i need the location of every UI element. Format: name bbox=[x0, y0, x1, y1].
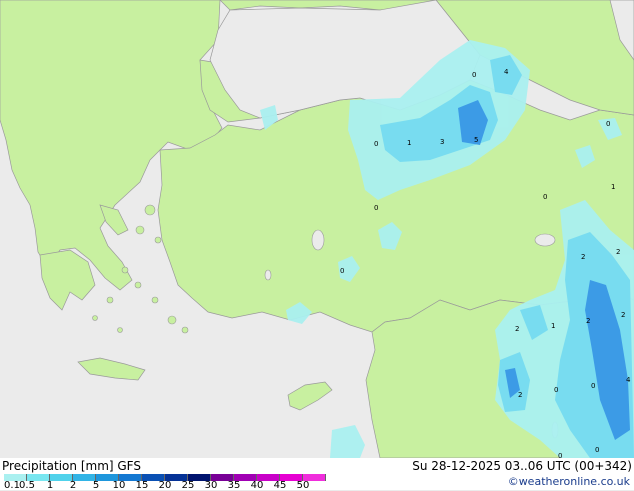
value-label: 0 bbox=[340, 267, 344, 275]
value-label: 0 bbox=[374, 140, 378, 148]
value-label: 4 bbox=[504, 68, 509, 76]
lake-tuz bbox=[311, 229, 325, 251]
value-label: 2 bbox=[518, 391, 522, 399]
value-label: 0 bbox=[606, 120, 610, 128]
value-label: 0 bbox=[591, 382, 595, 390]
value-label: 0 bbox=[595, 446, 599, 454]
value-label: 1 bbox=[551, 322, 555, 330]
value-label: 2 bbox=[586, 317, 590, 325]
value-label: 4 bbox=[626, 376, 631, 384]
run-time-label: Su 28-12-2025 03..06 UTC (00+342) bbox=[412, 459, 632, 473]
value-label: 0 bbox=[472, 71, 476, 79]
value-label: 2 bbox=[616, 248, 620, 256]
value-label: 1 bbox=[407, 139, 411, 147]
precipitation-map: 0 4 0 1 3 5 0 0 1 0 0 2 2 2 1 2 2 2 0 0 … bbox=[0, 0, 634, 458]
value-label: 3 bbox=[440, 138, 444, 146]
lake-van bbox=[534, 233, 556, 247]
lake-egirdir bbox=[264, 269, 272, 281]
credit-link[interactable]: ©weatheronline.co.uk bbox=[508, 475, 630, 489]
value-label: 2 bbox=[581, 253, 585, 261]
value-label: 2 bbox=[621, 311, 625, 319]
value-label: 5 bbox=[474, 136, 478, 144]
value-label: 1 bbox=[611, 183, 615, 191]
legend-title: Precipitation [mm] GFS bbox=[2, 459, 141, 473]
legend-bar: Precipitation [mm] GFS Su 28-12-2025 03.… bbox=[0, 458, 634, 491]
value-label: 0 bbox=[554, 386, 558, 394]
value-label: 2 bbox=[515, 325, 519, 333]
value-label: 0 bbox=[543, 193, 547, 201]
value-label: 0 bbox=[374, 204, 378, 212]
